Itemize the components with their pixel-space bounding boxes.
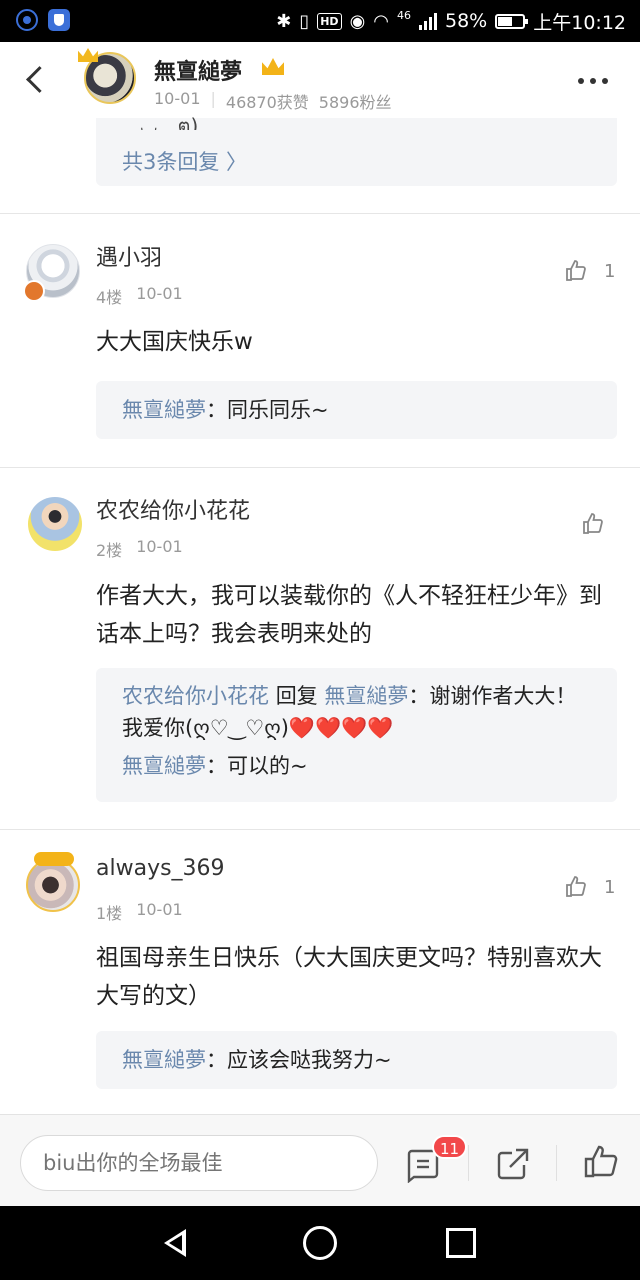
reply-line: 無亶縋夢：同乐同乐~ xyxy=(122,395,591,425)
network-type-label: 46 xyxy=(397,9,411,22)
like-count: 1 xyxy=(604,877,616,898)
status-notifications xyxy=(16,9,70,31)
reply-line: 無亶縋夢：可以的~ xyxy=(122,750,591,782)
divider xyxy=(0,829,640,830)
clock: 上午10:12 xyxy=(533,11,626,34)
comment-avatar[interactable] xyxy=(28,497,82,551)
comment-meta: 1楼 10-01 xyxy=(96,900,183,924)
comment-input[interactable] xyxy=(20,1135,378,1191)
comment-avatar[interactable] xyxy=(26,858,80,912)
system-navigation-bar xyxy=(0,1206,640,1280)
status-indicators: ✱ ▯ HD ◉ ◠ 46 58% 上午10:12 xyxy=(276,0,626,42)
comment-username[interactable]: always_369 xyxy=(96,856,225,881)
thumbs-up-icon[interactable] xyxy=(564,875,588,899)
comment-text: 作者大大，我可以装载你的《人不轻狂枉少年》到话本上吗？我会表明来处的 xyxy=(96,583,602,647)
reply-box[interactable]: 农农给你小花花 回复 無亶縋夢：谢谢作者大大！我爱你(ღ♡‿♡ღ)❤️❤️❤️❤… xyxy=(96,668,617,802)
comment-floor: 4楼 xyxy=(96,288,123,307)
partial-reply-text: ◡ ต) xyxy=(140,114,199,130)
bottom-action-bar: 11 xyxy=(0,1114,640,1206)
nav-back-icon[interactable] xyxy=(160,1226,194,1260)
divider xyxy=(0,467,640,468)
comment-username[interactable]: 农农给你小花花 xyxy=(96,493,250,525)
view-more-replies-link[interactable]: 共3条回复 〉 xyxy=(122,146,247,176)
comment-username[interactable]: 遇小羽 xyxy=(96,240,162,272)
bluetooth-icon: ✱ xyxy=(276,10,292,32)
wifi-icon: ◠ xyxy=(373,10,389,32)
likes-count: 46870获赞 xyxy=(225,93,309,112)
hd-icon: HD xyxy=(317,12,342,30)
avatar-badge-icon xyxy=(34,852,74,866)
reply-text: ：应该会哒我努力~ xyxy=(206,1048,392,1072)
app-notification-icon xyxy=(16,9,38,31)
battery-percent: 58% xyxy=(445,10,488,32)
back-button[interactable] xyxy=(22,62,52,98)
reply-author[interactable]: 無亶縋夢 xyxy=(122,398,206,422)
nav-recent-apps-icon[interactable] xyxy=(446,1228,476,1258)
reply-text: ：同乐同乐~ xyxy=(206,398,329,422)
comment-floor: 2楼 xyxy=(96,541,123,560)
basketball-badge-icon xyxy=(23,280,45,302)
avatar-crown-icon xyxy=(78,48,98,62)
top-bar: 無亶縋夢 10-01 | 46870获赞 5896粉丝 xyxy=(0,42,640,118)
reply-box[interactable]: 無亶縋夢：应该会哒我努力~ xyxy=(96,1031,617,1089)
comment-count-badge: 11 xyxy=(432,1135,468,1159)
reply-author[interactable]: 無亶縋夢 xyxy=(122,1048,206,1072)
reply-author[interactable]: 無亶縋夢 xyxy=(122,754,206,778)
signal-icon xyxy=(419,12,437,30)
vip-crown-icon xyxy=(262,58,284,75)
thumbs-up-icon[interactable] xyxy=(564,259,588,283)
vibrate-icon: ▯ xyxy=(299,10,310,32)
reply-line: 無亶縋夢：应该会哒我努力~ xyxy=(122,1045,591,1075)
thumbs-up-icon[interactable] xyxy=(581,512,605,536)
comment-text: 祖国母亲生日快乐（大大国庆更文吗？特别喜欢大大写的文） xyxy=(96,945,602,1009)
reply-verb: 回复 xyxy=(275,684,318,708)
reply-target[interactable]: 無亶縋夢 xyxy=(324,684,408,708)
eye-icon: ◉ xyxy=(349,10,366,32)
author-name[interactable]: 無亶縋夢 xyxy=(154,54,242,86)
like-count: 1 xyxy=(604,261,616,282)
nav-home-icon[interactable] xyxy=(303,1226,337,1260)
status-bar: ✱ ▯ HD ◉ ◠ 46 58% 上午10:12 xyxy=(0,0,640,42)
comment-date: 10-01 xyxy=(136,284,183,303)
comment-floor: 1楼 xyxy=(96,904,123,923)
shield-notification-icon xyxy=(48,9,70,31)
reply-line: 农农给你小花花 回复 無亶縋夢：谢谢作者大大！我爱你(ღ♡‿♡ღ)❤️❤️❤️❤… xyxy=(122,680,591,744)
thumbs-up-icon[interactable] xyxy=(582,1143,620,1181)
divider xyxy=(0,213,640,214)
fans-count: 5896粉丝 xyxy=(318,93,392,112)
reply-text: ：可以的~ xyxy=(206,754,308,778)
share-icon[interactable] xyxy=(494,1145,532,1183)
comment-meta: 2楼 10-01 xyxy=(96,537,183,561)
divider xyxy=(468,1145,469,1181)
reply-author[interactable]: 农农给你小花花 xyxy=(122,684,269,708)
reply-box[interactable]: 無亶縋夢：同乐同乐~ xyxy=(96,381,617,439)
more-options-button[interactable] xyxy=(578,78,608,84)
comment-text: 大大国庆快乐w xyxy=(96,329,253,355)
battery-icon xyxy=(495,13,529,29)
comment-meta: 4楼 10-01 xyxy=(96,284,183,308)
divider xyxy=(556,1145,557,1181)
comment-date: 10-01 xyxy=(136,900,183,919)
comment-date: 10-01 xyxy=(136,537,183,556)
